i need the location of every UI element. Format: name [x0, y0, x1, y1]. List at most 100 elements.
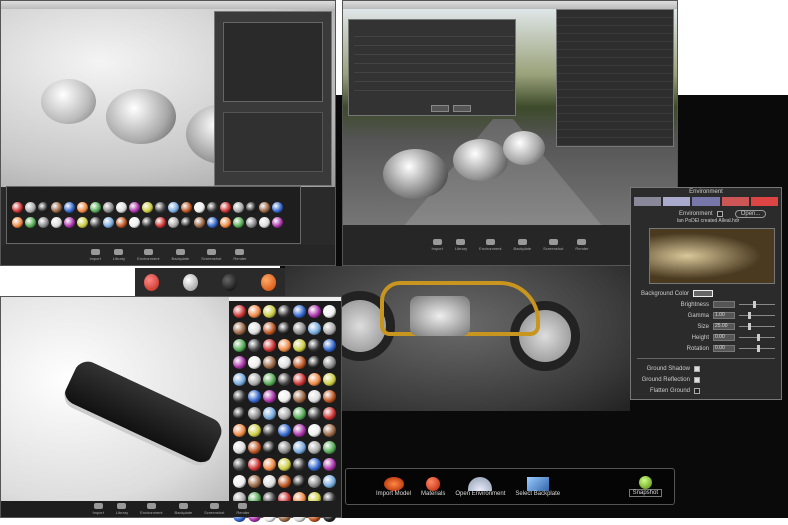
material-swatch[interactable] [259, 202, 270, 213]
material-swatch[interactable] [220, 202, 231, 213]
environment-checkbox[interactable] [716, 210, 723, 217]
material-swatch[interactable] [323, 322, 336, 335]
material-swatch[interactable] [51, 202, 62, 213]
slider-thumb[interactable] [748, 312, 751, 319]
material-swatch[interactable] [233, 322, 246, 335]
material-swatch[interactable] [323, 407, 336, 420]
material-swatch[interactable] [248, 322, 261, 335]
material-swatch[interactable] [233, 458, 246, 471]
checkbox[interactable] [694, 376, 700, 383]
material-swatch[interactable] [248, 458, 261, 471]
material-swatch[interactable] [263, 339, 276, 352]
toolbar-button-backplate[interactable]: Backplate [514, 239, 531, 251]
slider-track[interactable] [739, 334, 775, 341]
material-swatch[interactable] [259, 217, 270, 228]
material-swatch[interactable] [293, 424, 306, 437]
material-swatch[interactable] [293, 407, 306, 420]
material-swatch[interactable] [278, 305, 291, 318]
material-swatch[interactable] [323, 356, 336, 369]
material-swatch[interactable] [233, 424, 246, 437]
material-swatch[interactable] [278, 424, 291, 437]
toolbar-button-environment[interactable]: Environment [137, 249, 160, 261]
material-swatch[interactable] [25, 217, 36, 228]
material-swatch[interactable] [155, 217, 166, 228]
material-swatch[interactable] [308, 305, 321, 318]
material-swatch[interactable] [293, 322, 306, 335]
tab-render[interactable] [750, 197, 779, 206]
material-swatch[interactable] [293, 305, 306, 318]
material-swatch[interactable] [90, 217, 101, 228]
material-swatch[interactable] [293, 339, 306, 352]
material-swatch[interactable] [263, 373, 276, 386]
material-swatch[interactable] [293, 441, 306, 454]
material-swatch[interactable] [278, 339, 291, 352]
material-swatch[interactable] [168, 202, 179, 213]
material-swatch[interactable] [308, 458, 321, 471]
toolbar-button-library[interactable]: Library [455, 239, 467, 251]
material-swatch[interactable] [12, 202, 23, 213]
material-swatch[interactable] [248, 356, 261, 369]
material-swatch[interactable] [248, 390, 261, 403]
material-swatch[interactable] [293, 475, 306, 488]
render-button[interactable] [431, 105, 449, 112]
slider-value-input[interactable]: 25.00 [713, 323, 735, 330]
close-button[interactable] [453, 105, 471, 112]
material-swatch[interactable] [207, 202, 218, 213]
material-swatch[interactable] [38, 217, 49, 228]
slider-value-input[interactable] [713, 301, 735, 308]
material-swatch[interactable] [248, 475, 261, 488]
toolbar-button-backplate[interactable]: Backplate [175, 503, 192, 515]
material-swatch[interactable] [103, 217, 114, 228]
material-swatch[interactable] [263, 441, 276, 454]
material-swatch[interactable] [64, 217, 75, 228]
material-swatch[interactable] [263, 458, 276, 471]
material-swatch[interactable] [263, 305, 276, 318]
toolbar-button-library[interactable]: Library [113, 249, 125, 261]
toolbar-button-import[interactable]: Import [432, 239, 443, 251]
tab-lights[interactable] [663, 197, 691, 206]
material-swatch[interactable] [263, 390, 276, 403]
material-swatch[interactable] [278, 390, 291, 403]
toolbar-button-library[interactable]: Library [116, 503, 128, 515]
material-swatch[interactable] [233, 356, 246, 369]
slider-value-input[interactable]: 0.00 [713, 345, 735, 352]
material-swatch[interactable] [323, 475, 336, 488]
material-swatch[interactable] [25, 202, 36, 213]
material-swatch[interactable] [233, 407, 246, 420]
material-swatch[interactable] [194, 217, 205, 228]
material-swatch[interactable] [323, 441, 336, 454]
material-swatch[interactable] [77, 217, 88, 228]
materials-button[interactable]: Materials [421, 476, 445, 497]
material-swatch[interactable] [308, 373, 321, 386]
material-swatch[interactable] [308, 339, 321, 352]
slider-value-input[interactable]: 0.00 [713, 334, 735, 341]
material-swatch[interactable] [263, 407, 276, 420]
checkbox[interactable] [694, 387, 700, 394]
material-swatch[interactable] [142, 202, 153, 213]
slider-thumb[interactable] [753, 301, 757, 308]
snapshot-button[interactable]: Snapshot [628, 476, 662, 497]
material-swatch[interactable] [233, 305, 246, 318]
material-swatch[interactable] [308, 322, 321, 335]
material-swatch[interactable] [233, 390, 246, 403]
material-swatch[interactable] [308, 475, 321, 488]
material-swatch[interactable] [263, 475, 276, 488]
material-swatch[interactable] [278, 373, 291, 386]
material-swatch[interactable] [323, 305, 336, 318]
material-swatch[interactable] [233, 441, 246, 454]
material-swatch[interactable] [77, 202, 88, 213]
slider-track[interactable] [739, 301, 775, 308]
material-swatch[interactable] [248, 305, 261, 318]
material-swatch[interactable] [293, 356, 306, 369]
material-swatch[interactable] [181, 202, 192, 213]
material-swatch[interactable] [323, 390, 336, 403]
material-swatch[interactable] [293, 458, 306, 471]
material-swatch[interactable] [263, 322, 276, 335]
material-swatch[interactable] [64, 202, 75, 213]
material-swatch[interactable] [278, 356, 291, 369]
toolbar-button-render[interactable]: Render [575, 239, 588, 251]
material-swatch[interactable] [272, 202, 283, 213]
material-swatch[interactable] [116, 202, 127, 213]
material-swatch[interactable] [129, 202, 140, 213]
tab-camera[interactable] [634, 197, 662, 206]
